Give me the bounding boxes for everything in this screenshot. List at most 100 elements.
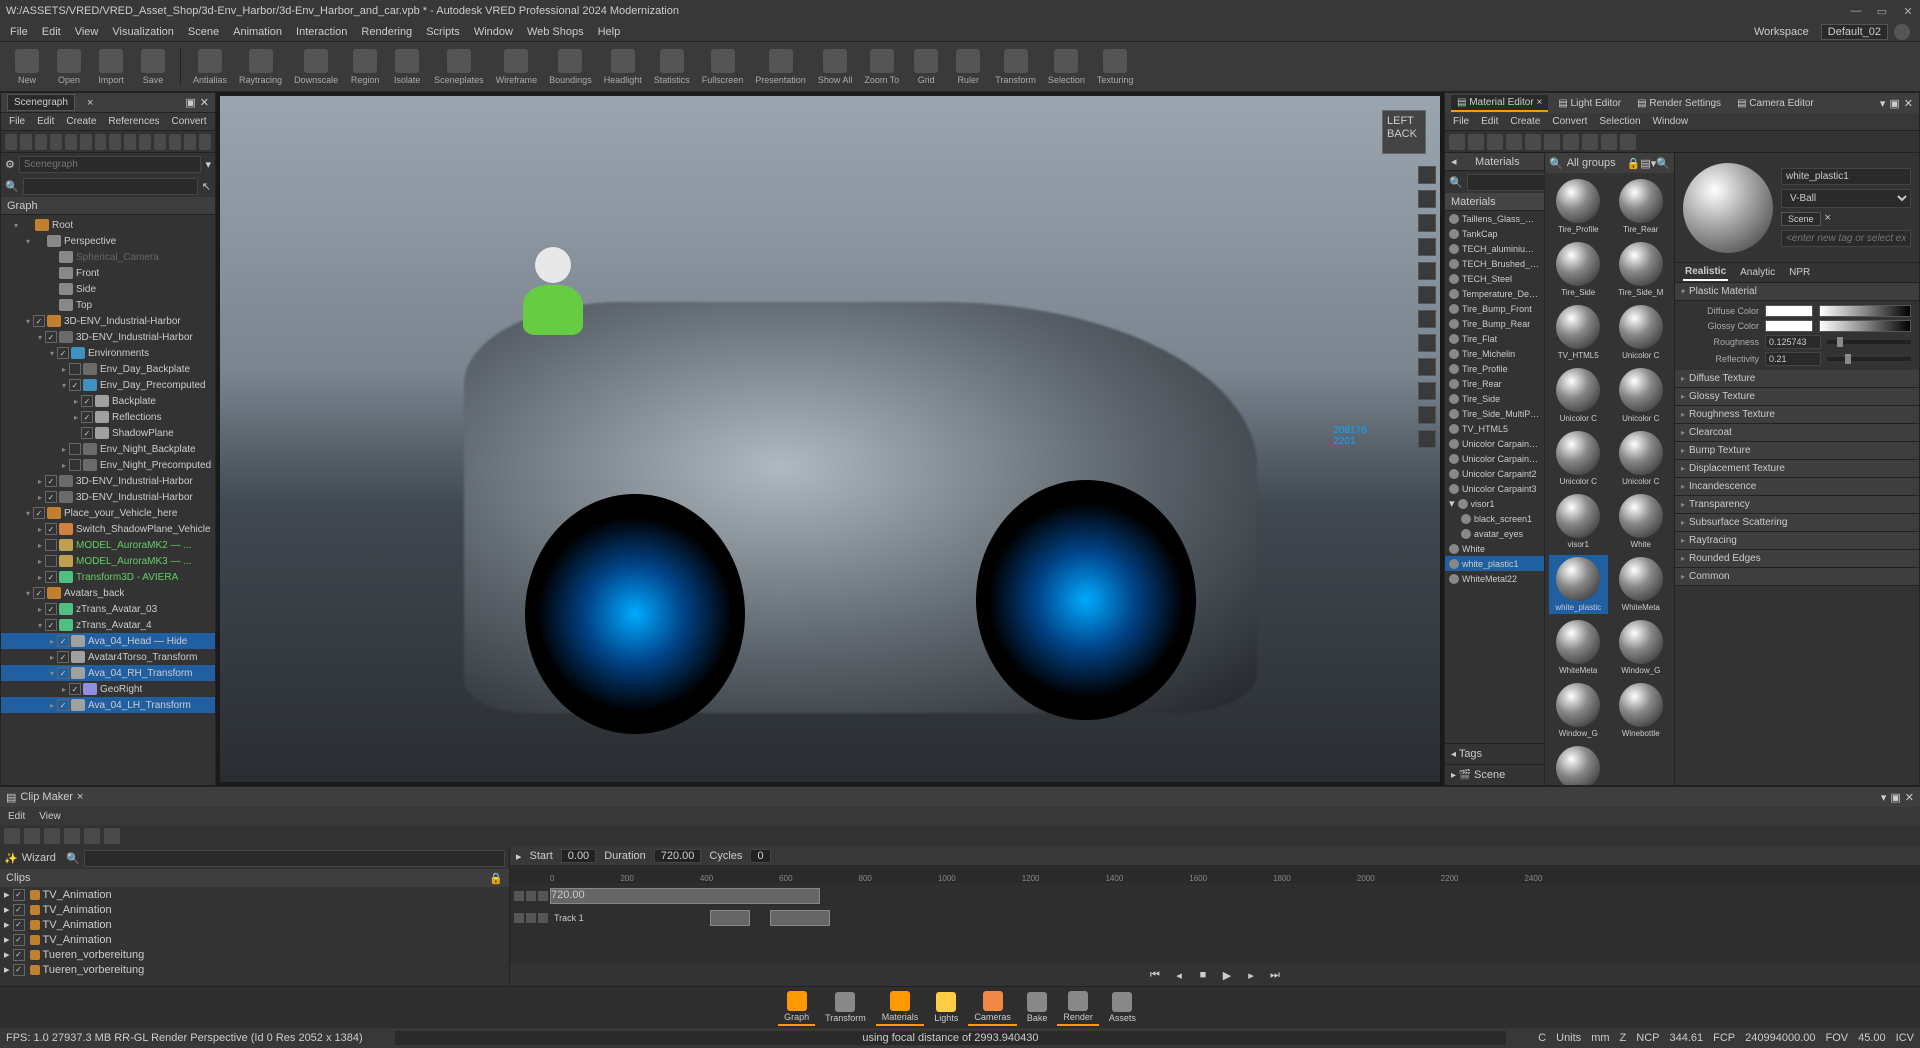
cycles-value[interactable]: 0 [750,849,770,863]
visibility-checkbox[interactable]: ✓ [69,379,81,391]
quick-materials[interactable]: Materials [876,989,925,1026]
mat-tool-1[interactable] [1468,134,1484,150]
clip-row[interactable]: ▸✓TV_Animation [0,902,509,917]
timeline-block[interactable] [770,910,830,926]
close-panel-icon[interactable]: ✕ [200,96,209,109]
visibility-checkbox[interactable]: ✓ [13,964,25,976]
visibility-checkbox[interactable]: ✓ [45,571,57,583]
material-name-input[interactable] [1781,168,1911,185]
sg-tool-10[interactable] [154,134,166,150]
material-row[interactable]: black_screen1 [1445,511,1544,526]
visibility-checkbox[interactable]: ✓ [81,427,93,439]
play-icon[interactable]: ▸ [516,850,522,863]
allgroups-label[interactable]: All groups [1567,157,1616,169]
mat-tool-3[interactable] [1506,134,1522,150]
vp-tool-3[interactable] [1418,238,1436,256]
scene-section[interactable]: Scene [1474,769,1505,781]
visibility-checkbox[interactable] [45,539,57,551]
tree-node[interactable]: ▾✓Environments [1,345,215,361]
sg-tool-13[interactable] [199,134,211,150]
material-ball[interactable]: Unicolor C [1549,429,1608,488]
mat-tool-4[interactable] [1525,134,1541,150]
mat-tool-0[interactable] [1449,134,1465,150]
material-row[interactable]: TankCap [1445,226,1544,241]
pointer-icon[interactable]: ↖ [202,180,211,193]
clip-menu-view[interactable]: View [35,810,65,823]
close-panel-icon[interactable]: ✕ [1905,791,1914,804]
mat-menu-convert[interactable]: Convert [1548,115,1591,128]
material-ball[interactable]: Window_G [1549,681,1608,740]
clip-tool-0[interactable] [4,828,20,844]
wand-icon[interactable]: ✨ [4,852,18,865]
mat-tool-9[interactable] [1620,134,1636,150]
material-row[interactable]: Tire_Side [1445,391,1544,406]
eye-icon[interactable] [526,913,536,923]
section-clearcoat[interactable]: Clearcoat [1675,424,1919,442]
visibility-checkbox[interactable]: ✓ [45,475,57,487]
sg-sec-icon-4[interactable] [183,198,195,210]
tool-grid[interactable]: Grid [907,47,945,87]
reflectivity-input[interactable] [1765,352,1821,366]
chevron-down-icon[interactable]: ▾ [205,158,211,171]
material-ball[interactable]: Unicolor C [1612,303,1671,362]
sg-menu-references[interactable]: References [104,115,163,128]
visibility-checkbox[interactable]: ✓ [13,919,25,931]
material-row[interactable]: Unicolor Carpaint2 [1445,466,1544,481]
units-value[interactable]: mm [1591,1032,1609,1044]
material-row[interactable]: Tire_Side_MultiPass [1445,406,1544,421]
material-ball[interactable]: TV_HTML5 [1549,303,1608,362]
sg-tool-4[interactable] [65,134,77,150]
clip-tool-2[interactable] [44,828,60,844]
quick-assets[interactable]: Assets [1103,990,1142,1025]
tab-render-settings[interactable]: ▤ Render Settings [1631,96,1727,111]
menu-rendering[interactable]: Rendering [355,24,418,40]
tree-node[interactable]: Side [1,281,215,297]
tree-node[interactable]: ▸✓Backplate [1,393,215,409]
section-subsurface-scattering[interactable]: Subsurface Scattering [1675,514,1919,532]
tags-section[interactable]: Tags [1459,748,1482,760]
material-row[interactable]: TECH_aluminium_matte [1445,241,1544,256]
material-row[interactable]: WhiteMetal22 [1445,571,1544,586]
vp-tool-6[interactable] [1418,310,1436,328]
mat-tool-2[interactable] [1487,134,1503,150]
maximize-button[interactable]: ▭ [1876,5,1888,17]
vp-tool-0[interactable] [1418,166,1436,184]
clip-tool-4[interactable] [84,828,100,844]
material-row[interactable]: TECH_Steel [1445,271,1544,286]
lock-icon[interactable]: 🔒 [489,872,503,885]
visibility-checkbox[interactable]: ✓ [57,347,69,359]
scenegraph-filter[interactable] [23,178,198,195]
roughness-slider[interactable] [1827,340,1911,344]
visibility-checkbox[interactable] [45,555,57,567]
mat-tool-8[interactable] [1601,134,1617,150]
menu-file[interactable]: File [4,24,34,40]
vp-tool-8[interactable] [1418,358,1436,376]
filter-icon[interactable]: ⚙ [5,158,15,171]
material-row[interactable]: Temperature_Decal [1445,286,1544,301]
clip-menu-edit[interactable]: Edit [4,810,29,823]
search-icon[interactable]: 🔍 [1449,176,1463,189]
search-icon[interactable]: 🔍 [1549,157,1563,170]
quick-cameras[interactable]: Cameras [968,989,1017,1026]
visibility-checkbox[interactable]: ✓ [57,667,69,679]
vp-tool-11[interactable] [1418,430,1436,448]
material-row[interactable]: Tire_Profile [1445,361,1544,376]
skip-start-icon[interactable]: ⏮ [1147,967,1163,983]
sg-tool-12[interactable] [184,134,196,150]
visibility-checkbox[interactable] [69,363,81,375]
timeline-block[interactable]: 720.00 [550,888,820,904]
timeline-block[interactable] [710,910,750,926]
menu-scripts[interactable]: Scripts [420,24,466,40]
material-ball[interactable]: Wing_front [1549,744,1608,785]
visibility-checkbox[interactable]: ✓ [45,331,57,343]
tool-raytracing[interactable]: Raytracing [235,47,286,87]
material-grid[interactable]: Tire_ProfileTire_RearTire_SideTire_Side_… [1545,173,1674,785]
material-row[interactable]: Unicolor Carpaint3 [1445,481,1544,496]
tree-node[interactable]: ▸✓zTrans_Avatar_03 [1,601,215,617]
visibility-checkbox[interactable]: ✓ [13,934,25,946]
material-ball[interactable]: White [1612,492,1671,551]
viewport[interactable]: LEFT BACK 208176 2201 [216,92,1444,786]
tree-node[interactable]: ▸✓Switch_ShadowPlane_Vehicle [1,521,215,537]
close-button[interactable]: ✕ [1902,5,1914,17]
tool-boundings[interactable]: Boundings [545,47,596,87]
